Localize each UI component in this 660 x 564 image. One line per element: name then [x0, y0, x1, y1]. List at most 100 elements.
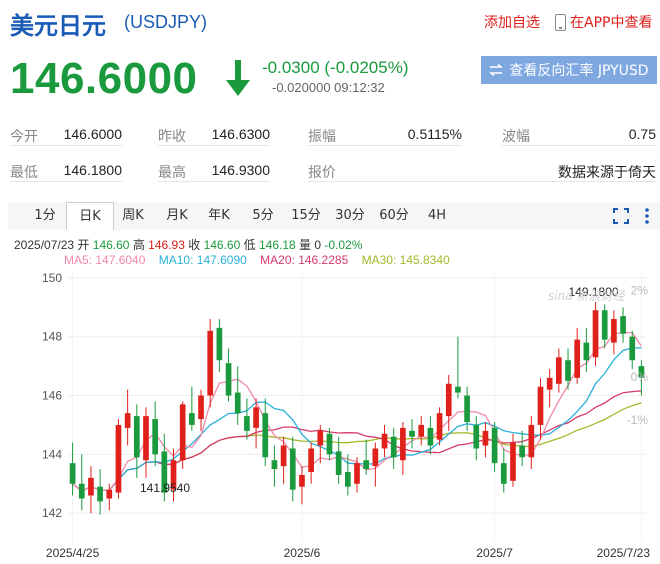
- candle-body: [354, 463, 360, 484]
- candle-body: [390, 436, 397, 458]
- tab-weekly-k[interactable]: 周K: [118, 202, 148, 230]
- candle-body: [611, 319, 617, 343]
- stat-label: 振幅: [308, 129, 336, 145]
- candle-body: [198, 395, 204, 420]
- stat-value: 146.6000: [63, 126, 122, 142]
- reverse-rate-button[interactable]: 查看反向汇率 JPYUSD: [481, 56, 657, 84]
- stat-value: 146.6300: [211, 126, 270, 142]
- candle-body: [152, 419, 159, 455]
- down-arrow-icon: [226, 60, 250, 96]
- info-open-label: 开: [77, 238, 90, 252]
- candle-body: [124, 413, 131, 428]
- candle-body: [409, 430, 415, 437]
- reverse-rate-label: 查看反向汇率 JPYUSD: [509, 63, 649, 79]
- candle-body: [244, 416, 250, 431]
- candle-body: [427, 427, 434, 446]
- info-high-label: 高: [132, 238, 145, 252]
- candle-body: [97, 486, 103, 502]
- candle-body: [445, 383, 452, 417]
- tab-daily-k[interactable]: 日K: [66, 202, 114, 230]
- pair-symbol: (USDJPY): [124, 12, 208, 32]
- stat-label: 报价: [308, 165, 336, 181]
- candle-body: [143, 416, 149, 461]
- candle-body: [363, 460, 370, 470]
- stat-label: 最高: [158, 165, 186, 181]
- candle-body: [546, 377, 553, 390]
- tab-30min[interactable]: 30分: [332, 202, 368, 230]
- candle-body: [106, 489, 113, 499]
- tab-60min[interactable]: 60分: [376, 202, 412, 230]
- tab-yearly-k[interactable]: 年K: [204, 202, 234, 230]
- candle-body: [574, 339, 581, 378]
- pair-title: 美元日元: [10, 12, 106, 40]
- price-tick-label: 144: [42, 447, 62, 461]
- candle-body: [537, 386, 544, 425]
- swap-icon: [489, 64, 504, 76]
- stat-prev-close: 昨收 146.6300: [158, 122, 270, 146]
- date-tick-label: 2025/4/25: [46, 546, 100, 560]
- fullscreen-icon[interactable]: [612, 207, 630, 225]
- stat-value: 0.75: [628, 126, 656, 142]
- info-high: 146.93: [148, 238, 185, 252]
- candle-body: [326, 433, 333, 455]
- info-date: 2025/07/23: [14, 238, 75, 252]
- candle-body: [189, 413, 195, 425]
- candle-body: [225, 363, 232, 396]
- percent-tick-label: -1%: [627, 413, 649, 427]
- candle-body: [133, 416, 140, 458]
- more-options-icon[interactable]: [638, 207, 656, 225]
- price-subline: -0.020000 09:12:32: [272, 80, 385, 95]
- candle-body: [69, 463, 76, 484]
- candle-body: [115, 424, 122, 493]
- stat-label: 今开: [10, 129, 38, 145]
- candle-body: [500, 463, 507, 484]
- candle-body: [308, 448, 314, 472]
- candle-body: [88, 477, 94, 496]
- info-open: 146.60: [92, 238, 130, 252]
- info-low-label: 低: [243, 238, 256, 252]
- candle-body: [344, 472, 351, 487]
- tab-5min[interactable]: 5分: [248, 202, 278, 230]
- stat-high: 最高 146.9300: [158, 158, 270, 182]
- candlestick-chart: 1501481461441424%2%0%-1%2025/4/252025/62…: [28, 271, 651, 564]
- tab-monthly-k[interactable]: 月K: [162, 202, 192, 230]
- app-view-link[interactable]: 在APP中查看: [555, 12, 652, 32]
- candle-body: [317, 430, 324, 446]
- date-tick-label: 2025/7/23: [597, 546, 651, 560]
- date-tick-label: 2025/6: [284, 546, 321, 560]
- info-vol-label: 量: [299, 238, 312, 252]
- stat-low: 最低 146.1800: [10, 158, 122, 182]
- candle-body: [455, 386, 461, 393]
- app-view-label: 在APP中查看: [570, 15, 653, 31]
- candle-body: [262, 413, 269, 458]
- stats-row-2: 最低 146.1800 最高 146.9300 报价 数据来源于倚天: [0, 158, 660, 188]
- candle-body: [234, 392, 241, 414]
- stat-amplitude: 振幅 0.5115%: [308, 122, 462, 146]
- candle-body: [601, 310, 608, 340]
- candle-body: [271, 460, 278, 470]
- tab-4h[interactable]: 4H: [422, 202, 452, 230]
- price-tick-label: 142: [42, 506, 62, 520]
- candle-body: [620, 316, 626, 334]
- candle-body: [473, 424, 480, 449]
- tab-1min[interactable]: 1分: [30, 202, 60, 230]
- candle-body: [253, 407, 259, 428]
- price-tick-label: 150: [42, 271, 62, 285]
- candle-body: [299, 474, 305, 487]
- candle-body: [565, 360, 571, 381]
- stat-label: 昨收: [158, 129, 186, 145]
- candle-body: [583, 342, 590, 361]
- price-tick-label: 146: [42, 389, 62, 403]
- candle-body: [280, 445, 287, 467]
- tab-15min[interactable]: 15分: [288, 202, 324, 230]
- stat-quote-source: 报价 数据来源于倚天: [308, 158, 656, 182]
- candle-body: [464, 395, 470, 422]
- stat-value: 0.5115%: [407, 126, 462, 142]
- candle-body: [372, 448, 379, 467]
- candle-body: [216, 327, 223, 361]
- info-close: 146.60: [203, 238, 241, 252]
- quote-row: 146.6000 -0.0300 (-0.0205%) -0.020000 09…: [0, 48, 660, 108]
- add-favorite-link[interactable]: 添加自选: [484, 12, 540, 32]
- candle-body: [207, 330, 214, 396]
- candle-body: [528, 424, 535, 458]
